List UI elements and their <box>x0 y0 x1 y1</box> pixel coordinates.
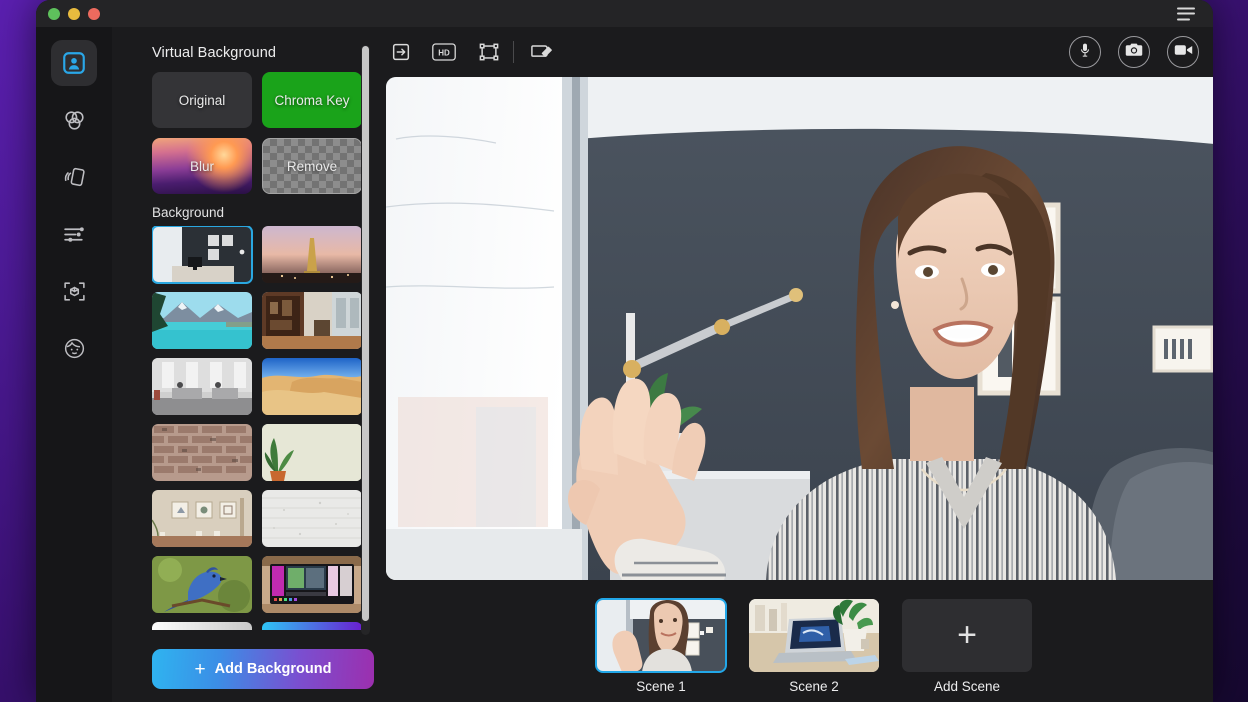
top-toolbar: HD <box>380 27 1213 77</box>
window-controls <box>48 7 100 20</box>
sliders-adjust-icon <box>62 222 87 247</box>
background-thumb-light-grey-gradient[interactable] <box>152 622 252 630</box>
plus-icon: + <box>194 658 206 680</box>
background-thumb-gallery-wall-frames[interactable] <box>152 490 252 547</box>
scene-label-add: Add Scene <box>933 679 1001 694</box>
scene-item-1[interactable]: Scene 1 <box>595 598 727 694</box>
sidebar-scrollbar-thumb[interactable] <box>362 46 369 621</box>
rail-item-layers[interactable] <box>51 154 97 200</box>
background-thumb-brick-wall-texture[interactable] <box>152 424 252 481</box>
mode-chroma-key-label: Chroma Key <box>274 92 350 108</box>
svg-text:HD: HD <box>438 49 450 58</box>
scene-thumbnail-2[interactable] <box>749 599 879 672</box>
close-button[interactable] <box>88 7 100 20</box>
maximize-button[interactable] <box>48 7 60 20</box>
video-preview[interactable] <box>386 77 1213 580</box>
background-section-label: Background <box>152 205 225 220</box>
mode-remove-label: Remove <box>286 158 338 174</box>
layers-cards-icon <box>62 165 87 190</box>
title-bar <box>36 0 1213 27</box>
video-preview-image <box>386 77 1213 580</box>
app-window: Virtual Background Original Chroma Key B… <box>36 0 1213 702</box>
background-thumb-video-editing-studio[interactable] <box>262 556 362 613</box>
background-thumb-dark-modern-office[interactable] <box>152 226 253 284</box>
scene-item-add[interactable]: + Add Scene <box>902 599 1032 694</box>
import-arrow-icon[interactable] <box>387 38 415 66</box>
background-thumb-turquoise-mountain-lake[interactable] <box>152 292 252 349</box>
snapshot-button[interactable] <box>1118 36 1150 68</box>
add-scene-button[interactable]: + <box>902 599 1032 672</box>
add-background-button[interactable]: + Add Background <box>152 649 374 689</box>
rail-item-ar-objects[interactable] <box>51 268 97 314</box>
annotate-tag-icon[interactable] <box>528 38 556 66</box>
background-mode-list: Original Chroma Key Blur Remove <box>152 72 362 194</box>
plus-icon: + <box>957 616 977 654</box>
record-button[interactable] <box>1167 36 1199 68</box>
scene-thumbnail-1[interactable] <box>595 598 727 673</box>
background-thumb-eiffel-tower-sunset[interactable] <box>262 226 362 283</box>
microphone-icon <box>1077 42 1093 63</box>
rail-item-color-blend[interactable] <box>51 97 97 143</box>
avatar-face-icon <box>62 336 87 361</box>
sidebar-scrollbar[interactable] <box>361 45 370 635</box>
scene-label-1: Scene 1 <box>636 679 686 694</box>
panel-title: Virtual Background <box>152 45 277 61</box>
mode-blur-label: Blur <box>189 158 214 174</box>
background-thumb-desert-sand-dunes[interactable] <box>262 358 362 415</box>
background-thumb-beige-wall-with-plant[interactable] <box>262 424 362 481</box>
rail-item-virtual-background[interactable] <box>51 40 97 86</box>
camera-snapshot-icon <box>1125 42 1143 63</box>
rail-item-adjustments[interactable] <box>51 211 97 257</box>
background-thumb-rustic-loft-interior[interactable] <box>262 292 362 349</box>
video-record-icon <box>1174 43 1193 62</box>
mode-original[interactable]: Original <box>152 72 252 128</box>
background-thumb-white-concrete-wall[interactable] <box>262 490 362 547</box>
color-blend-icon <box>62 108 87 133</box>
scene-label-2: Scene 2 <box>789 679 839 694</box>
minimize-button[interactable] <box>68 7 80 20</box>
icon-rail <box>36 27 112 702</box>
main-area: HD Scene 1 Scene 2 + Add Scene <box>380 27 1213 702</box>
hamburger-menu-icon[interactable] <box>1177 7 1195 20</box>
mode-original-label: Original <box>178 92 226 108</box>
background-thumb-blue-purple-gradient[interactable] <box>262 622 362 630</box>
scene-strip: Scene 1 Scene 2 + Add Scene <box>386 598 1213 694</box>
rail-item-avatar[interactable] <box>51 325 97 371</box>
mode-chroma-key[interactable]: Chroma Key <box>262 72 362 128</box>
background-thumb-blue-jay-on-branch[interactable] <box>152 556 252 613</box>
toolbar-divider <box>513 41 514 63</box>
scene-item-2[interactable]: Scene 2 <box>749 599 879 694</box>
ar-cube-scan-icon <box>62 279 87 304</box>
crop-frame-icon[interactable] <box>475 38 503 66</box>
mode-blur[interactable]: Blur <box>152 138 252 194</box>
mode-remove[interactable]: Remove <box>262 138 362 194</box>
virtual-background-panel: Virtual Background Original Chroma Key B… <box>112 27 380 702</box>
microphone-button[interactable] <box>1069 36 1101 68</box>
add-background-label: Add Background <box>214 661 332 677</box>
background-thumb-grey-open-plan-office[interactable] <box>152 358 252 415</box>
virtual-background-icon <box>61 50 87 76</box>
hd-quality-icon[interactable]: HD <box>430 38 458 66</box>
background-thumbnail-grid <box>152 226 374 630</box>
